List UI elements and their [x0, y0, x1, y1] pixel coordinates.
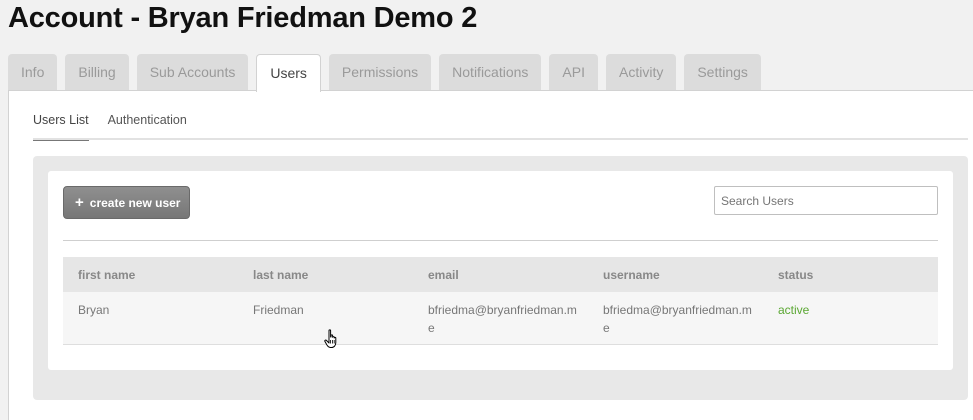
create-new-user-label: create new user	[89, 195, 181, 210]
card-divider	[63, 240, 938, 241]
subtab-divider	[33, 138, 968, 140]
tab-notifications[interactable]: Notifications	[439, 54, 542, 91]
column-header-email[interactable]: email	[413, 268, 459, 282]
users-subtabs: Users List Authentication	[33, 111, 187, 141]
column-header-first-name[interactable]: first name	[63, 268, 135, 282]
tab-billing[interactable]: Billing	[65, 54, 129, 91]
column-header-status[interactable]: status	[763, 268, 813, 282]
tab-info[interactable]: Info	[8, 54, 58, 91]
tab-api[interactable]: API	[549, 54, 598, 91]
users-table: first name last name email username stat…	[63, 257, 938, 345]
cell-first-name: Bryan	[78, 303, 110, 317]
status-badge: active	[778, 303, 810, 317]
subtab-authentication[interactable]: Authentication	[108, 111, 187, 141]
cell-username: bfriedma@bryanfriedman.me	[603, 303, 752, 335]
tab-activity[interactable]: Activity	[606, 54, 677, 91]
search-users-input[interactable]	[714, 186, 938, 215]
page-title: Account - Bryan Friedman Demo 2	[8, 2, 478, 34]
account-tabs: Info Billing Sub Accounts Users Permissi…	[8, 54, 761, 92]
tab-permissions[interactable]: Permissions	[328, 54, 432, 91]
tab-settings[interactable]: Settings	[684, 54, 761, 91]
column-header-username[interactable]: username	[588, 268, 660, 282]
cell-last-name: Friedman	[253, 303, 304, 317]
subtab-users-list[interactable]: Users List	[33, 111, 89, 141]
hand-cursor-icon	[324, 329, 337, 348]
table-row[interactable]: Bryan Friedman bfriedma@bryanfriedman.me…	[63, 292, 938, 345]
create-new-user-button[interactable]: + create new user	[63, 186, 190, 219]
cell-email: bfriedma@bryanfriedman.me	[428, 303, 577, 335]
tab-sub-accounts[interactable]: Sub Accounts	[136, 54, 249, 91]
table-header: first name last name email username stat…	[63, 257, 938, 292]
plus-icon: +	[75, 194, 84, 211]
column-header-last-name[interactable]: last name	[238, 268, 308, 282]
tab-users[interactable]: Users	[256, 54, 321, 92]
